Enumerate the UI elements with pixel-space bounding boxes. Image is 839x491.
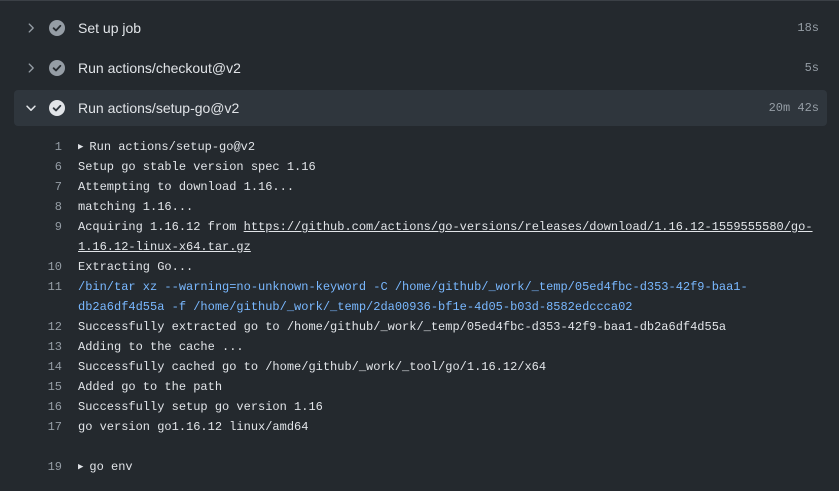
- log-text: Attempting to download 1.16...: [78, 180, 295, 194]
- check-circle-icon: [49, 100, 65, 116]
- log-text: go version go1.16.12 linux/amd64: [78, 420, 309, 434]
- expand-triangle-icon[interactable]: ▶: [78, 457, 83, 477]
- check-circle-icon: [49, 60, 65, 76]
- log-text: Setup go stable version spec 1.16: [78, 160, 316, 174]
- log-line-continuation: db2a6df4d55a -f /home/github/_work/_temp…: [0, 297, 839, 317]
- step-title: Set up job: [78, 20, 142, 36]
- log-text: Successfully setup go version 1.16: [78, 400, 323, 414]
- log-line: 12 Successfully extracted go to /home/gi…: [0, 317, 839, 337]
- line-number[interactable]: 6: [20, 157, 62, 177]
- step-duration: 18s: [797, 21, 819, 35]
- step-title: Run actions/checkout@v2: [78, 60, 241, 76]
- log-text: Added go to the path: [78, 380, 223, 394]
- log-text: Extracting Go...: [78, 260, 194, 274]
- download-link[interactable]: 1.16.12-linux-x64.tar.gz: [78, 240, 251, 254]
- log-line: 13 Adding to the cache ...: [0, 337, 839, 357]
- line-number[interactable]: 19: [20, 457, 62, 477]
- line-number[interactable]: 1: [20, 137, 62, 157]
- log-command-text: /bin/tar xz --warning=no-unknown-keyword…: [78, 280, 748, 294]
- step-title: Run actions/setup-go@v2: [78, 100, 240, 116]
- log-line-continuation: 1.16.12-linux-x64.tar.gz: [0, 237, 839, 257]
- line-number[interactable]: 17: [20, 417, 62, 437]
- log-text: go env: [89, 460, 133, 474]
- log-line-group[interactable]: 19 ▶ go env: [0, 457, 839, 477]
- log-line: 17 go version go1.16.12 linux/amd64: [0, 417, 839, 437]
- expand-triangle-icon[interactable]: ▶: [78, 137, 83, 157]
- log-text: matching 1.16...: [78, 200, 194, 214]
- step-duration: 20m 42s: [768, 101, 819, 115]
- line-number[interactable]: 10: [20, 257, 62, 277]
- log-text: Acquiring 1.16.12 from: [78, 220, 244, 234]
- log-text: Adding to the cache ...: [78, 340, 244, 354]
- log-line: 7 Attempting to download 1.16...: [0, 177, 839, 197]
- top-divider: [0, 0, 839, 1]
- log-command-text: db2a6df4d55a -f /home/github/_work/_temp…: [78, 300, 633, 314]
- log-line: 9 Acquiring 1.16.12 from https://github.…: [0, 217, 839, 237]
- log-line: 10 Extracting Go...: [0, 257, 839, 277]
- line-number[interactable]: 12: [20, 317, 62, 337]
- step-setup-go[interactable]: Run actions/setup-go@v2 20m 42s: [14, 90, 827, 126]
- log-text: Successfully extracted go to /home/githu…: [78, 320, 727, 334]
- log-line: 8 matching 1.16...: [0, 197, 839, 217]
- line-number[interactable]: 11: [20, 277, 62, 297]
- line-number[interactable]: 7: [20, 177, 62, 197]
- log-output: 1 ▶ Run actions/setup-go@v2 6 Setup go st…: [0, 137, 839, 477]
- log-blank: [0, 437, 839, 457]
- log-line: 15 Added go to the path: [0, 377, 839, 397]
- line-number[interactable]: 15: [20, 377, 62, 397]
- step-duration: 5s: [804, 61, 819, 75]
- download-link[interactable]: https://github.com/actions/go-versions/r…: [244, 220, 813, 234]
- line-number[interactable]: 14: [20, 357, 62, 377]
- log-line: 11 /bin/tar xz --warning=no-unknown-keyw…: [0, 277, 839, 297]
- log-line: 16 Successfully setup go version 1.16: [0, 397, 839, 417]
- chevron-down-icon[interactable]: [24, 101, 38, 115]
- chevron-right-icon[interactable]: [24, 21, 38, 35]
- log-text: Run actions/setup-go@v2: [89, 140, 256, 154]
- check-circle-icon: [49, 20, 65, 36]
- line-number[interactable]: 13: [20, 337, 62, 357]
- log-line: 14 Successfully cached go to /home/githu…: [0, 357, 839, 377]
- log-line: 6 Setup go stable version spec 1.16: [0, 157, 839, 177]
- chevron-right-icon[interactable]: [24, 61, 38, 75]
- log-text: Successfully cached go to /home/github/_…: [78, 360, 547, 374]
- log-line-group[interactable]: 1 ▶ Run actions/setup-go@v2: [0, 137, 839, 157]
- line-number[interactable]: 8: [20, 197, 62, 217]
- step-set-up-job[interactable]: Set up job 18s: [14, 10, 827, 46]
- line-number[interactable]: 16: [20, 397, 62, 417]
- line-number[interactable]: 9: [20, 217, 62, 237]
- step-checkout[interactable]: Run actions/checkout@v2 5s: [14, 50, 827, 86]
